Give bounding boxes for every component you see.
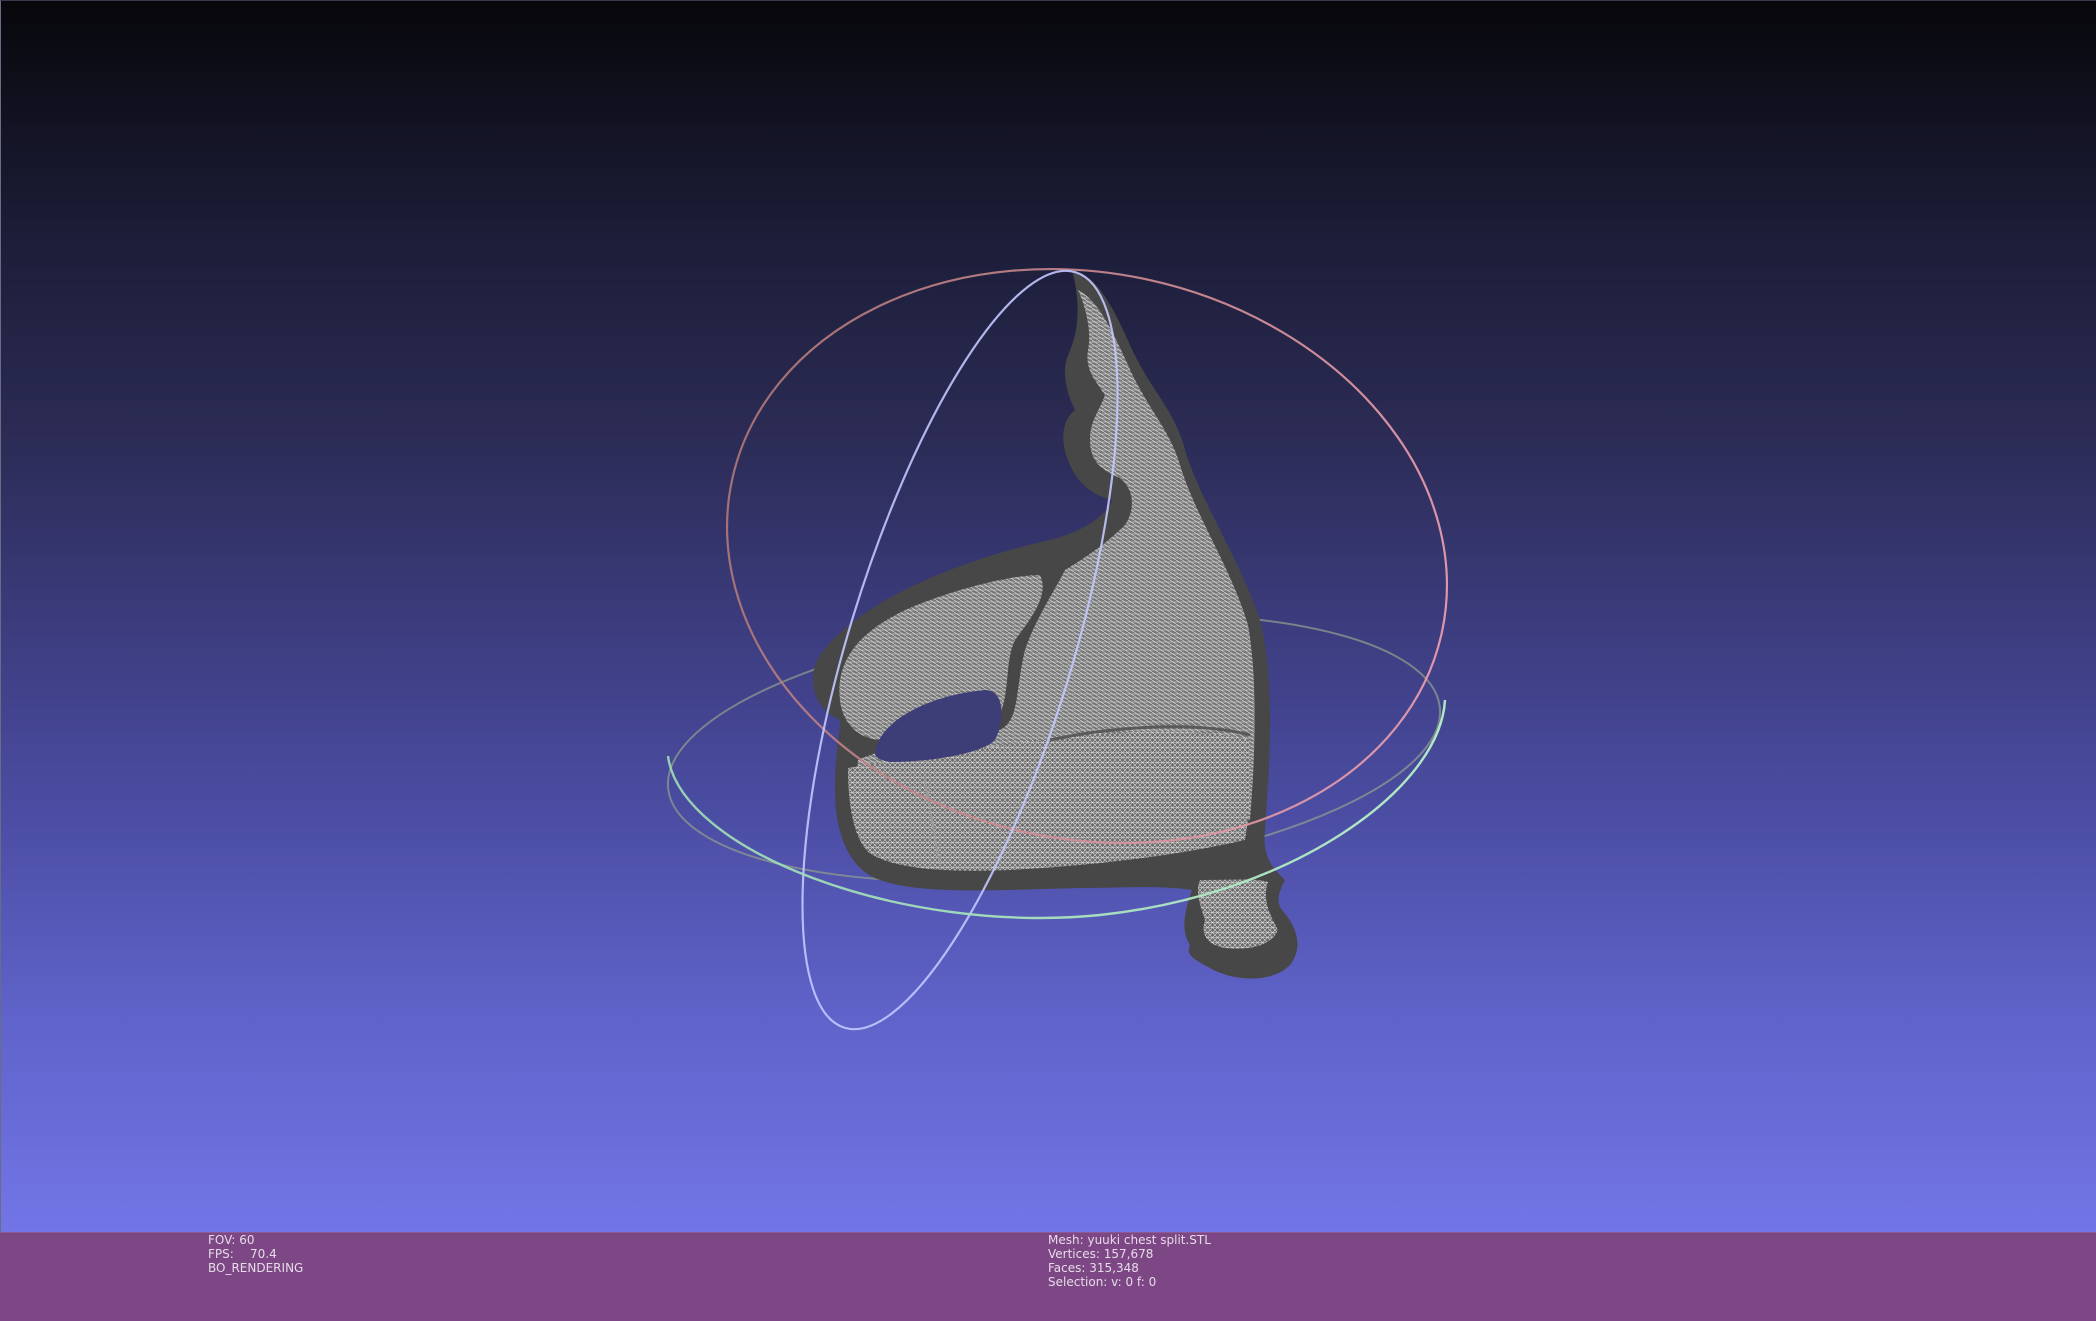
mesh-info: Mesh: yuuki chest split.STL Vertices: 15…	[1048, 1233, 1211, 1289]
view-info: FOV: 60 FPS: 70.4 BO_RENDERING	[208, 1233, 303, 1275]
faces-value: 315,348	[1089, 1261, 1139, 1275]
mesh-line: Mesh: yuuki chest split.STL	[1048, 1233, 1211, 1247]
selection-label: Selection:	[1048, 1275, 1108, 1289]
fps-label: FPS:	[208, 1247, 234, 1261]
render-mode: BO_RENDERING	[208, 1261, 304, 1275]
mesh-model[interactable]	[812, 270, 1298, 979]
faces-label: Faces:	[1048, 1261, 1086, 1275]
mesh-name: yuuki chest split.STL	[1087, 1233, 1211, 1247]
fps-line: FPS: 70.4	[208, 1247, 303, 1261]
3d-viewport[interactable]	[0, 0, 2096, 1232]
mesh-label: Mesh:	[1048, 1233, 1084, 1247]
vertices-value: 157,678	[1103, 1247, 1154, 1261]
fps-value: 70.4	[250, 1247, 277, 1261]
vertices-line: Vertices: 157,678	[1048, 1247, 1211, 1261]
selection-value: v: 0 f: 0	[1111, 1275, 1157, 1289]
mesh-bottom-tab	[1197, 879, 1278, 949]
fov-label: FOV:	[208, 1233, 236, 1247]
fov-value: 60	[239, 1233, 255, 1247]
fov-line: FOV: 60	[208, 1233, 303, 1247]
selection-line: Selection: v: 0 f: 0	[1048, 1275, 1211, 1289]
mesh-scene[interactable]	[0, 0, 2096, 1232]
vertices-label: Vertices:	[1048, 1247, 1100, 1261]
faces-line: Faces: 315,348	[1048, 1261, 1211, 1275]
